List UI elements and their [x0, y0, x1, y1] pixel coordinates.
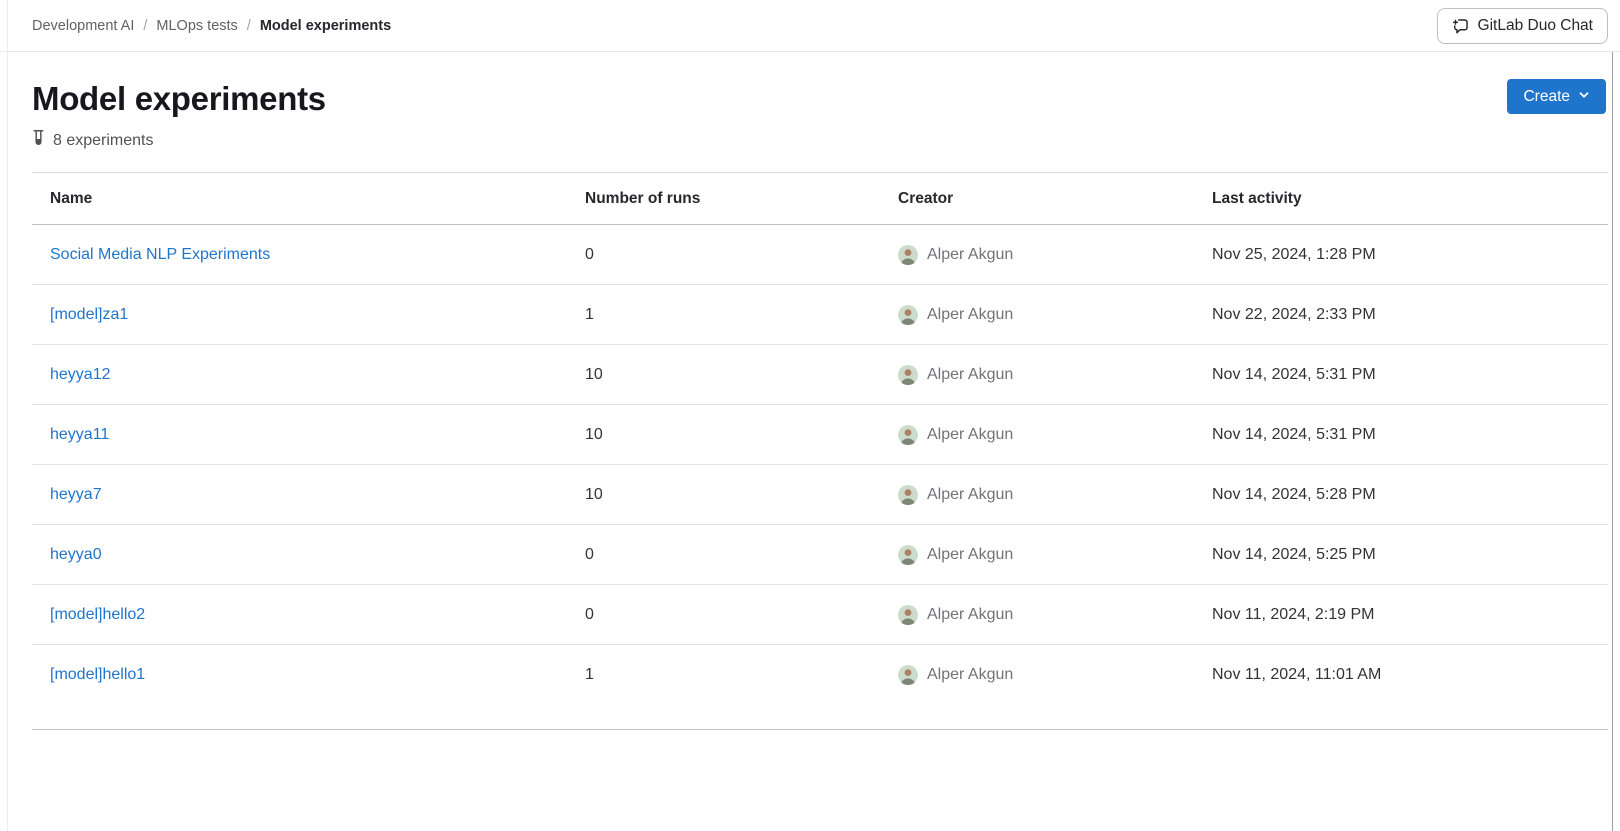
- model-experiments-page: Development AI / MLOps tests / Model exp…: [0, 0, 1620, 831]
- runs-cell: 10: [585, 366, 898, 384]
- experiment-name-cell: [model]hello2: [50, 606, 585, 624]
- experiment-link[interactable]: Social Media NLP Experiments: [50, 246, 270, 263]
- breadcrumb-project-link[interactable]: MLOps tests: [156, 18, 237, 34]
- experiment-link[interactable]: [model]za1: [50, 306, 128, 323]
- table-row: [model]hello1 1 Alper Akgun Nov 11, 2024…: [32, 645, 1608, 705]
- last-activity-cell: Nov 11, 2024, 2:19 PM: [1212, 606, 1608, 624]
- avatar: [898, 485, 918, 505]
- creator-cell: Alper Akgun: [898, 245, 1212, 265]
- duo-chat-label: GitLab Duo Chat: [1478, 17, 1593, 35]
- duo-chat-icon: [1452, 17, 1470, 35]
- create-button[interactable]: Create: [1507, 79, 1606, 114]
- avatar: [898, 605, 918, 625]
- breadcrumb: Development AI / MLOps tests / Model exp…: [32, 18, 391, 34]
- creator-name: Alper Akgun: [927, 306, 1013, 324]
- page-title: Model experiments: [32, 80, 1612, 118]
- experiment-link[interactable]: heyya12: [50, 366, 111, 383]
- runs-cell: 0: [585, 546, 898, 564]
- creator-cell: Alper Akgun: [898, 605, 1212, 625]
- avatar: [898, 245, 918, 265]
- breadcrumb-group-link[interactable]: Development AI: [32, 18, 134, 34]
- column-header-last-activity: Last activity: [1212, 190, 1608, 208]
- creator-cell: Alper Akgun: [898, 485, 1212, 505]
- experiment-name-cell: heyya12: [50, 366, 585, 384]
- table-row: heyya12 10 Alper Akgun Nov 14, 2024, 5:3…: [32, 345, 1608, 405]
- experiment-name-cell: [model]za1: [50, 306, 585, 324]
- column-header-runs: Number of runs: [585, 190, 898, 208]
- test-tube-icon: [32, 129, 45, 153]
- table-bottom-divider: [32, 705, 1608, 730]
- last-activity-cell: Nov 14, 2024, 5:31 PM: [1212, 426, 1608, 444]
- runs-cell: 0: [585, 606, 898, 624]
- table-row: [model]za1 1 Alper Akgun Nov 22, 2024, 2…: [32, 285, 1608, 345]
- creator-name: Alper Akgun: [927, 606, 1013, 624]
- experiment-link[interactable]: heyya7: [50, 486, 102, 503]
- creator-name: Alper Akgun: [927, 246, 1013, 264]
- last-activity-cell: Nov 14, 2024, 5:31 PM: [1212, 366, 1608, 384]
- avatar: [898, 425, 918, 445]
- creator-cell: Alper Akgun: [898, 545, 1212, 565]
- experiment-name-cell: Social Media NLP Experiments: [50, 246, 585, 264]
- experiments-table: Name Number of runs Creator Last activit…: [32, 172, 1608, 730]
- table-row: [model]hello2 0 Alper Akgun Nov 11, 2024…: [32, 585, 1608, 645]
- runs-cell: 10: [585, 426, 898, 444]
- topbar: Development AI / MLOps tests / Model exp…: [0, 0, 1620, 52]
- gitlab-duo-chat-button[interactable]: GitLab Duo Chat: [1437, 8, 1608, 44]
- last-activity-cell: Nov 14, 2024, 5:25 PM: [1212, 546, 1608, 564]
- creator-name: Alper Akgun: [927, 366, 1013, 384]
- runs-cell: 10: [585, 486, 898, 504]
- breadcrumb-separator: /: [143, 18, 147, 34]
- runs-cell: 0: [585, 246, 898, 264]
- last-activity-cell: Nov 14, 2024, 5:28 PM: [1212, 486, 1608, 504]
- table-row: Social Media NLP Experiments 0 Alper Akg…: [32, 225, 1608, 285]
- column-header-name: Name: [50, 190, 585, 208]
- creator-cell: Alper Akgun: [898, 425, 1212, 445]
- last-activity-cell: Nov 25, 2024, 1:28 PM: [1212, 246, 1608, 264]
- breadcrumb-separator: /: [247, 18, 251, 34]
- last-activity-cell: Nov 11, 2024, 11:01 AM: [1212, 666, 1608, 684]
- experiment-link[interactable]: [model]hello1: [50, 666, 145, 683]
- avatar: [898, 665, 918, 685]
- avatar: [898, 545, 918, 565]
- experiments-meta: 8 experiments: [32, 130, 1612, 152]
- creator-name: Alper Akgun: [927, 486, 1013, 504]
- avatar: [898, 305, 918, 325]
- creator-cell: Alper Akgun: [898, 665, 1212, 685]
- experiment-name-cell: heyya0: [50, 546, 585, 564]
- avatar: [898, 365, 918, 385]
- table-row: heyya11 10 Alper Akgun Nov 14, 2024, 5:3…: [32, 405, 1608, 465]
- table-body: Social Media NLP Experiments 0 Alper Akg…: [32, 225, 1608, 705]
- experiment-name-cell: heyya11: [50, 426, 585, 444]
- creator-name: Alper Akgun: [927, 426, 1013, 444]
- title-row: Model experiments Create: [32, 52, 1612, 118]
- experiment-name-cell: [model]hello1: [50, 666, 585, 684]
- table-row: heyya0 0 Alper Akgun Nov 14, 2024, 5:25 …: [32, 525, 1608, 585]
- window-right-edge: [1612, 52, 1613, 831]
- creator-name: Alper Akgun: [927, 666, 1013, 684]
- chevron-down-icon: [1578, 88, 1590, 106]
- column-header-creator: Creator: [898, 190, 1212, 208]
- runs-cell: 1: [585, 666, 898, 684]
- creator-cell: Alper Akgun: [898, 365, 1212, 385]
- experiments-count: 8 experiments: [53, 132, 154, 150]
- last-activity-cell: Nov 22, 2024, 2:33 PM: [1212, 306, 1608, 324]
- table-header: Name Number of runs Creator Last activit…: [32, 172, 1608, 225]
- table-row: heyya7 10 Alper Akgun Nov 14, 2024, 5:28…: [32, 465, 1608, 525]
- creator-name: Alper Akgun: [927, 546, 1013, 564]
- main-content: Model experiments Create 8 experiments: [0, 52, 1612, 730]
- experiment-link[interactable]: heyya11: [50, 426, 109, 443]
- creator-cell: Alper Akgun: [898, 305, 1212, 325]
- experiment-link[interactable]: heyya0: [50, 546, 102, 563]
- experiment-name-cell: heyya7: [50, 486, 585, 504]
- breadcrumb-current-page: Model experiments: [260, 18, 391, 34]
- runs-cell: 1: [585, 306, 898, 324]
- create-button-label: Create: [1523, 88, 1570, 106]
- experiment-link[interactable]: [model]hello2: [50, 606, 145, 623]
